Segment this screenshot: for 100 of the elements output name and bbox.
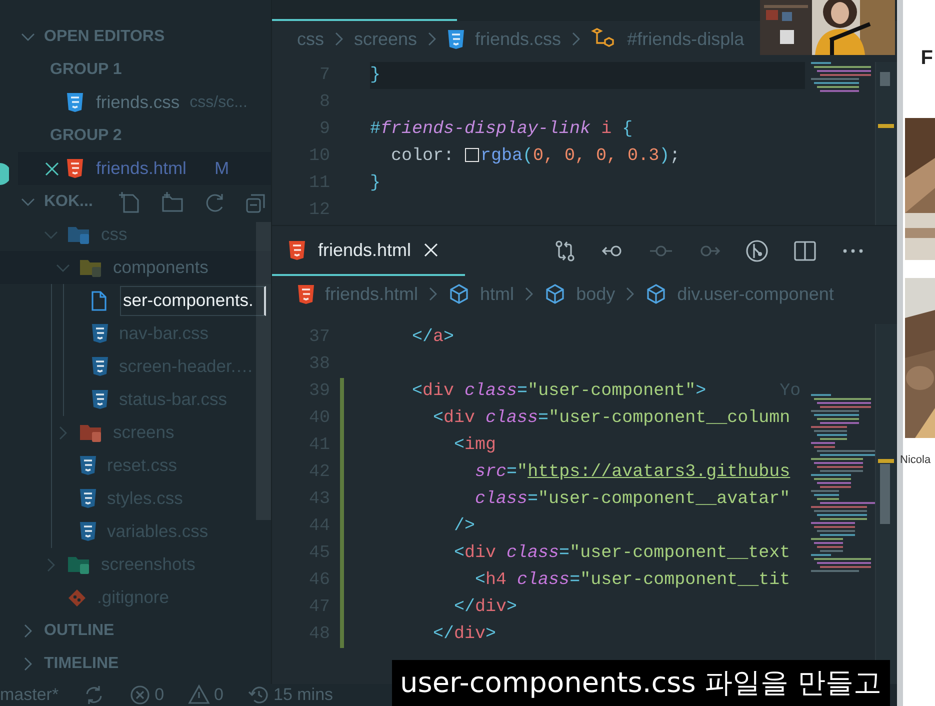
code-token: "user-component__tit (580, 570, 790, 590)
css-file-icon (91, 390, 109, 409)
code-token: /> (453, 516, 476, 536)
folder-icon (67, 224, 91, 244)
code-token: "user-component__text (570, 543, 790, 563)
code-token: div (454, 624, 486, 644)
code-token: rgba (480, 146, 523, 166)
chevron-right-icon (625, 286, 636, 302)
code-token: < (453, 435, 465, 455)
cube-icon (645, 283, 668, 305)
code-token: = (570, 570, 580, 590)
rename-field[interactable]: ser-components. (120, 286, 266, 316)
scrollbar-thumb[interactable] (880, 72, 890, 86)
code-token: class (484, 408, 538, 428)
code-token: ( (522, 146, 534, 166)
tree-item[interactable]: components (0, 251, 271, 284)
code-token: class (464, 381, 518, 401)
css-file-icon (447, 30, 466, 48)
code-token: # (370, 119, 381, 139)
chevron-right-icon (524, 286, 534, 302)
modified-label: M (214, 157, 230, 180)
page-heading: F (920, 46, 934, 70)
breadcrumb-item[interactable]: friends.html (297, 280, 418, 308)
code-token: > (486, 624, 496, 644)
css-file-icon (91, 324, 109, 343)
breadcrumb-item[interactable]: css (297, 26, 324, 52)
status-item[interactable]: 15 mins (248, 682, 334, 706)
file-icon (91, 290, 107, 310)
section-header[interactable]: TIMELINE (0, 647, 271, 680)
section-header[interactable]: OUTLINE (0, 614, 271, 647)
code-token: i (600, 119, 612, 139)
code-token: </ (432, 624, 454, 644)
code-token: https://avatars3.githubus (528, 462, 790, 482)
code-token: = (528, 489, 538, 509)
code-token: 0, 0, 0, 0.3 (533, 146, 660, 166)
code-token: ) (659, 146, 670, 166)
breadcrumb-item[interactable]: screens (354, 26, 418, 52)
breadcrumb-item[interactable]: body (544, 280, 616, 308)
code-token: class (516, 570, 570, 590)
code-token: "user-component" (528, 381, 696, 401)
open-editor-item[interactable]: friends.html M (18, 152, 271, 185)
css-file-icon (91, 357, 109, 376)
code-token: < (432, 408, 444, 428)
code-token: < (474, 570, 486, 590)
cube-icon (448, 283, 470, 305)
folder-icon (67, 554, 91, 574)
code-token: } (370, 65, 381, 85)
code-token: class (474, 489, 528, 509)
graph-icon[interactable] (745, 239, 769, 263)
css-file-icon (79, 489, 97, 508)
code-token: h4 (486, 570, 507, 590)
code-token: img (464, 435, 496, 455)
code-token: < (411, 381, 423, 401)
warning-icon (188, 684, 210, 706)
code-token: < (453, 543, 465, 563)
section-header[interactable]: KOK... (0, 185, 271, 218)
code-token: div (475, 597, 507, 617)
chevron-right-icon (428, 286, 438, 302)
new-folder-icon[interactable] (160, 190, 183, 212)
split-editor-icon[interactable] (793, 239, 817, 263)
status-item[interactable]: 0 (188, 682, 224, 706)
code-token: "user-component__column (548, 408, 790, 428)
breadcrumb-item[interactable]: #friends-displa (591, 26, 744, 52)
scrollbar-thumb[interactable] (256, 222, 271, 520)
status-item[interactable]: 0 (128, 682, 164, 706)
chevron-right-icon (571, 31, 582, 47)
css-file-icon (79, 522, 97, 541)
code-token: ; (670, 146, 680, 166)
code-token: </ (453, 597, 476, 617)
compare-icon[interactable] (553, 239, 577, 263)
breadcrumb-item[interactable]: friends.css (447, 26, 562, 52)
section-header[interactable]: OPEN EDITORS (0, 20, 271, 53)
caption: Nicola (900, 453, 931, 468)
code-token: friends-display-link (380, 119, 591, 139)
breadcrumb-item[interactable]: div.user-component (645, 280, 834, 308)
css-file-icon (66, 93, 84, 112)
group-label: GROUP 2 (49, 126, 123, 146)
html-file-icon (297, 284, 315, 304)
subtitle: user-components.css 파일을 만들고 (392, 660, 890, 706)
chevron-right-icon (427, 31, 438, 47)
code-token: { (621, 119, 633, 139)
overview-marker (878, 124, 894, 128)
code-token: > (696, 381, 706, 401)
code-token: = (506, 462, 518, 482)
code-token: > (444, 327, 454, 347)
new-file-icon[interactable] (118, 190, 141, 212)
close-icon[interactable] (44, 160, 60, 176)
code-token: = (538, 408, 549, 428)
code-token: = (517, 381, 528, 401)
code-token: " (517, 462, 528, 482)
code-token: a (433, 327, 444, 347)
code-token: div (464, 543, 496, 563)
scrollbar-thumb[interactable] (880, 464, 890, 524)
status-item[interactable]: master* (0, 682, 59, 706)
html-file-icon (66, 159, 84, 178)
code-token: </ (411, 327, 434, 347)
breadcrumb-item[interactable]: html (448, 280, 514, 308)
code-token: class (506, 543, 560, 563)
folder-icon (79, 422, 103, 442)
code-token: src (474, 462, 507, 482)
